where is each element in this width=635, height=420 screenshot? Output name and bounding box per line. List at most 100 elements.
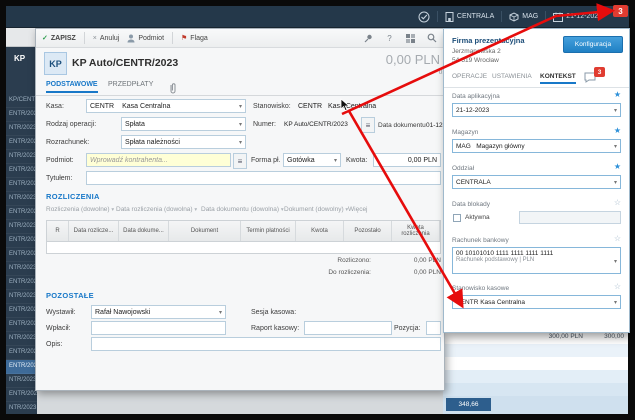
- rachunek-select[interactable]: 00 10101010 1111 1111 1111 1111 Rachunek…: [452, 247, 621, 274]
- favorite-icon[interactable]: ★: [614, 127, 621, 135]
- stanowisko-kasowe-select[interactable]: CENTR Kasa Centralna ▾: [452, 295, 621, 309]
- column-header[interactable]: Data dokume...: [119, 221, 169, 241]
- stanowisko-kasowe-value: CENTR Kasa Centralna: [456, 299, 525, 306]
- magazyn-select[interactable]: MAG Magazyn główny ▾: [452, 139, 621, 153]
- list-item[interactable]: NTR/2023: [6, 402, 37, 414]
- search-button[interactable]: [425, 32, 438, 45]
- notification-badge[interactable]: 3: [613, 5, 628, 17]
- amount-cell: 300,00 PLN: [498, 333, 583, 340]
- pin-button[interactable]: [362, 32, 375, 45]
- list-item[interactable]: NTR/2023: [6, 262, 37, 276]
- toolbar-separator: [84, 32, 85, 44]
- table-row[interactable]: [443, 370, 628, 383]
- list-item[interactable]: ENTR/2023: [6, 318, 37, 332]
- list-item[interactable]: ENTR/2023: [6, 248, 37, 262]
- tab-kontekst[interactable]: KONTEKST: [540, 73, 576, 84]
- table-row[interactable]: [443, 357, 628, 370]
- page-title: KP Auto/CENTR/2023: [72, 57, 178, 69]
- filter-wiecej[interactable]: Więcej: [348, 206, 368, 213]
- list-item[interactable]: ENTR/2023: [6, 234, 37, 248]
- date-selector[interactable]: 21-12-2023: [546, 6, 609, 27]
- list-item[interactable]: ENTR/2023: [6, 206, 37, 220]
- rodzaj-select[interactable]: Spłata ▾: [121, 117, 246, 131]
- list-item[interactable]: NTR/2023: [6, 374, 37, 388]
- column-header[interactable]: Kwota rozliczenia: [392, 221, 440, 241]
- list-item[interactable]: NTR/2023: [6, 332, 37, 346]
- chat-badge[interactable]: 3: [594, 67, 605, 77]
- oddzial-label: Oddział: [452, 165, 474, 172]
- tab-podstawowe[interactable]: PODSTAWOWE: [46, 81, 98, 93]
- data-blokady-checkbox[interactable]: [453, 214, 461, 222]
- tytulem-input[interactable]: [86, 171, 441, 185]
- list-item[interactable]: ENTR/2023: [6, 164, 37, 178]
- favorite-icon[interactable]: ☆: [614, 235, 621, 243]
- forma-select[interactable]: Gotówka ▾: [283, 153, 341, 167]
- stanowisko-value[interactable]: CENTR Kasa Centralna: [298, 103, 376, 110]
- kwota-input[interactable]: 0,00 PLN: [373, 153, 441, 167]
- list-item[interactable]: ENTR/2023: [6, 136, 37, 150]
- filter-dokument[interactable]: Dokument (dowolny) ▾: [284, 206, 348, 213]
- filter-label: Dokument (dowolny): [284, 206, 344, 213]
- subject-button[interactable]: Podmiot: [127, 34, 164, 43]
- data-aplikacyjna-select[interactable]: 21-12-2023 ▾: [452, 103, 621, 117]
- kasa-name: Kasa Centralna: [122, 103, 170, 110]
- list-item[interactable]: ENTR/2023: [6, 304, 37, 318]
- cancel-button[interactable]: × Anuluj: [93, 35, 120, 42]
- column-header[interactable]: Kwota: [296, 221, 344, 241]
- flag-button[interactable]: ⚑ Flaga: [181, 34, 208, 42]
- filter-data-rozliczenia[interactable]: Data rozliczenia (dowolna) ▾: [116, 206, 197, 213]
- opis-input[interactable]: [91, 337, 441, 351]
- podmiot-picker-button[interactable]: ≡: [233, 153, 247, 169]
- kasa-select[interactable]: CENTR Kasa Centralna ▾: [86, 99, 246, 113]
- rozrachunek-select[interactable]: Spłata należności ▾: [121, 135, 246, 149]
- column-header[interactable]: Data rozlicze...: [69, 221, 119, 241]
- wystawil-select[interactable]: Rafał Nawojowski ▾: [91, 305, 226, 319]
- list-item[interactable]: NTR/2023: [6, 192, 37, 206]
- favorite-icon[interactable]: ☆: [614, 199, 621, 207]
- filter-rozliczenia[interactable]: Rozliczenia (dowolne) ▾: [46, 206, 114, 213]
- favorite-icon[interactable]: ★: [614, 163, 621, 171]
- save-button[interactable]: ✓ ZAPISZ: [42, 34, 76, 42]
- list-item[interactable]: ENTR/2023: [6, 388, 37, 402]
- list-item[interactable]: KP/CENTR/2023: [6, 94, 37, 108]
- tab-operacje[interactable]: OPERACJE: [452, 73, 487, 80]
- konfiguracja-button[interactable]: Konfiguracja: [563, 36, 623, 53]
- list-item[interactable]: ENTR/2023: [6, 346, 37, 360]
- table-empty-body[interactable]: [46, 242, 441, 254]
- list-item[interactable]: ENTR/2023: [6, 276, 37, 290]
- tab-ustawienia[interactable]: USTAWIENIA: [492, 73, 532, 80]
- warehouse-selector[interactable]: MAG: [502, 6, 545, 27]
- status-check-button[interactable]: [411, 6, 437, 27]
- list-item[interactable]: ENTR/2023: [6, 108, 37, 122]
- list-item[interactable]: NTR/2023: [6, 220, 37, 234]
- help-button[interactable]: ?: [383, 32, 396, 45]
- list-item[interactable]: NTR/2023: [6, 150, 37, 164]
- filter-data-dokumentu[interactable]: Data dokumentu (dowolna) ▾: [201, 206, 284, 213]
- podmiot-input[interactable]: Wprowadź kontrahenta...: [86, 153, 231, 167]
- list-item[interactable]: ENTR/2023: [6, 360, 37, 374]
- oddzial-select[interactable]: CENTRALA ▾: [452, 175, 621, 189]
- table-row[interactable]: [443, 344, 628, 357]
- column-header[interactable]: Pozostało: [344, 221, 392, 241]
- layout-button[interactable]: [404, 32, 417, 45]
- raport-input[interactable]: [304, 321, 392, 335]
- table-row[interactable]: 300,00 PLN 300,00: [443, 331, 628, 345]
- numer-scheme-button[interactable]: ≡: [361, 117, 375, 133]
- data-blokady-date-input[interactable]: [519, 211, 621, 224]
- tab-przedplaty[interactable]: PRZEDPŁATY: [108, 81, 153, 91]
- numer-value[interactable]: KP Auto/CENTR/2023: [284, 121, 348, 128]
- company-selector[interactable]: CENTRALA: [438, 6, 501, 27]
- list-item[interactable]: NTR/2023: [6, 290, 37, 304]
- paperclip-icon[interactable]: [168, 82, 177, 94]
- column-header[interactable]: R: [47, 221, 69, 241]
- column-header[interactable]: Termin płatności: [241, 221, 296, 241]
- column-header[interactable]: Dokument: [169, 221, 241, 241]
- favorite-icon[interactable]: ☆: [614, 283, 621, 291]
- wplacil-input[interactable]: [91, 321, 226, 335]
- table-row[interactable]: [443, 383, 628, 396]
- list-item[interactable]: NTR/2023: [6, 122, 37, 136]
- pozycja-input[interactable]: [426, 321, 441, 335]
- favorite-icon[interactable]: ★: [614, 91, 621, 99]
- do-rozliczenia-value: 0,00 PLN: [376, 269, 441, 276]
- list-item[interactable]: ENTR/2023: [6, 178, 37, 192]
